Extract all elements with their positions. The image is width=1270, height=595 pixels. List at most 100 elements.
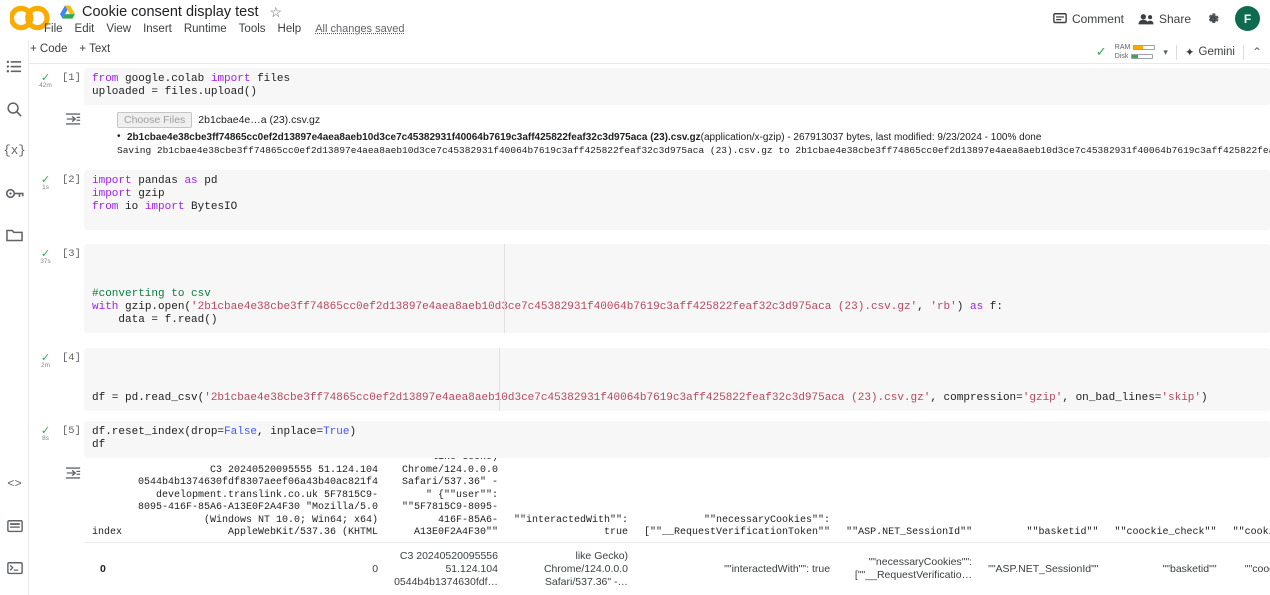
collapse-toolbar-icon[interactable]: ⌃ xyxy=(1252,45,1262,59)
code-token: df xyxy=(92,439,106,451)
code-token: import xyxy=(210,73,258,85)
cell-5-gutter[interactable]: ✓ 8s xyxy=(29,421,62,443)
table-header-row: index C3 20240520095555 51.124.104 0544b… xyxy=(84,450,1270,542)
gear-icon xyxy=(1208,12,1219,23)
code-line: uploaded = files.upload() xyxy=(92,86,1262,99)
search-icon xyxy=(7,101,22,117)
sidebar-item-search[interactable] xyxy=(0,88,29,130)
comment-button[interactable]: Comment xyxy=(1053,12,1124,26)
cell-3-run-time: 37s xyxy=(40,258,51,265)
col-header-a: C3 20240520095555 51.124.104 0544b4b1374… xyxy=(138,464,379,539)
sparkle-icon: ✦ xyxy=(1184,47,1195,59)
gemini-button[interactable]: ✦ Gemini xyxy=(1185,45,1235,59)
code-line: from google.colab import files xyxy=(92,73,1262,86)
terminal-icon xyxy=(6,562,23,575)
dataframe-output[interactable]: index C3 20240520095555 51.124.104 0544b… xyxy=(84,450,1270,595)
code-token: gzip xyxy=(138,188,165,200)
menu-tools[interactable]: Tools xyxy=(233,21,272,37)
add-text-cell-button[interactable]: + Text xyxy=(79,43,110,55)
notebook-body[interactable]: ✓ 42m [1] from google.colab import files… xyxy=(29,64,1270,595)
cell-4-source[interactable]: df = pd.read_csv('2b1cbae4e38cbe3ff74865… xyxy=(84,348,1270,411)
cell-1-output: Choose Files 2b1cbae4e…a (23).csv.gz 2b1… xyxy=(29,110,1270,156)
cell-2-gutter[interactable]: ✓ 1s xyxy=(29,170,62,192)
disk-label: Disk xyxy=(1114,53,1129,60)
page-title[interactable]: Cookie consent display test xyxy=(82,4,259,20)
uploaded-file-line: 2b1cbae4e38cbe3ff74865cc0ef2d13897e4aea8… xyxy=(117,131,1270,143)
code-cell-1[interactable]: ✓ 42m [1] from google.colab import files… xyxy=(29,68,1270,105)
chevron-down-icon[interactable]: ▾ xyxy=(1163,47,1168,58)
choose-files-button[interactable]: Choose Files xyxy=(117,112,193,128)
comment-icon xyxy=(1053,12,1067,23)
drive-icon xyxy=(60,5,75,19)
code-token: uploaded = files.upload() xyxy=(92,86,258,98)
menu-edit[interactable]: Edit xyxy=(69,21,101,37)
sidebar-item-command-palette[interactable] xyxy=(0,505,29,547)
code-token: , on_bad_lines= xyxy=(1062,392,1162,404)
code-token: ) xyxy=(956,301,970,313)
code-token: ) xyxy=(349,426,357,438)
toolbar-divider xyxy=(1175,44,1177,60)
sidebar-item-variables[interactable]: {x} xyxy=(0,130,29,172)
code-token: 'rb' xyxy=(930,301,957,313)
code-cell-5[interactable]: ✓ 8s [5] df.reset_index(drop=False, inpl… xyxy=(29,421,1270,458)
menu-file[interactable]: File xyxy=(38,21,69,37)
code-line: import pandas as pd xyxy=(92,175,1262,188)
menu-help[interactable]: Help xyxy=(272,21,308,37)
code-cell-2[interactable]: ✓ 1s [2] import pandas as pd import gzip f… xyxy=(29,170,1270,230)
code-line: with gzip.open('2b1cbae4e38cbe3ff74865cc… xyxy=(92,301,1262,314)
code-token: google.colab xyxy=(125,73,211,85)
gemini-label: Gemini xyxy=(1198,46,1235,58)
cell-4-gutter[interactable]: ✓ 2m xyxy=(29,348,62,370)
avatar[interactable]: F xyxy=(1235,6,1260,31)
col-header-h: ""cookie_prefs"" xyxy=(1232,527,1270,538)
share-button[interactable]: Share xyxy=(1138,12,1191,26)
output-toggle-icon[interactable] xyxy=(65,112,81,131)
code-token: f: xyxy=(989,301,1003,313)
document-title-row: Cookie consent display test ☆ xyxy=(60,4,282,20)
code-token: False xyxy=(224,426,258,438)
share-label: Share xyxy=(1158,11,1191,26)
files-folder-icon xyxy=(6,229,23,241)
ram-label: RAM xyxy=(1114,44,1131,51)
code-token: pandas xyxy=(138,175,185,187)
resource-meter[interactable]: RAM Disk xyxy=(1115,43,1156,61)
dataframe-table: index C3 20240520095555 51.124.104 0544b… xyxy=(84,450,1270,595)
code-cell-4[interactable]: ✓ 2m [4] df = pd.read_csv('2b1cbae4e38cb… xyxy=(29,348,1270,411)
cell-3-source[interactable]: #converting to csv with gzip.open('2b1cba… xyxy=(84,244,1270,333)
star-outline-icon[interactable]: ☆ xyxy=(270,5,283,19)
code-token: from xyxy=(92,73,126,85)
save-status[interactable]: All changes saved xyxy=(315,23,404,35)
command-palette-icon xyxy=(6,520,23,533)
menu-insert[interactable]: Insert xyxy=(137,21,178,37)
code-token: True xyxy=(323,426,350,438)
cell-5-source[interactable]: df.reset_index(drop=False, inplace=True)… xyxy=(84,421,1270,458)
notebook-toolbar: + Code + Text ✓ RAM Disk ▾ ✦ Gemini ⌃ xyxy=(0,40,1270,64)
sidebar-item-secrets[interactable] xyxy=(0,172,29,214)
settings-button[interactable] xyxy=(1205,11,1221,27)
col-header-index: index xyxy=(92,527,123,538)
cell-3-gutter[interactable]: ✓ 37s xyxy=(29,244,62,266)
file-upload-widget[interactable]: Choose Files 2b1cbae4e…a (23).csv.gz xyxy=(117,110,1270,128)
menu-view[interactable]: View xyxy=(100,21,137,37)
sidebar-item-table-of-contents[interactable] xyxy=(0,46,29,88)
row-0-cell-7: ""coockie_check"" xyxy=(1224,541,1270,595)
code-line: #converting to csv xyxy=(92,288,1262,301)
sidebar-item-terminal[interactable] xyxy=(0,547,29,589)
code-cell-3[interactable]: ✓ 37s [3] #converting to csv with gzip.op… xyxy=(29,244,1270,333)
table-row[interactable]: 0 0 C3 20240520095556 51.124.104 0544b4b… xyxy=(84,541,1270,595)
sidebar-item-files[interactable] xyxy=(0,214,29,256)
cell-1-source[interactable]: from google.colab import files uploaded =… xyxy=(84,68,1270,105)
row-0-cell-6: ""basketid"" xyxy=(1106,541,1225,595)
left-sidebar: {x} <> xyxy=(0,40,29,595)
cell-1-gutter[interactable]: ✓ 42m xyxy=(29,68,62,90)
add-code-cell-button[interactable]: + Code xyxy=(30,43,67,55)
code-line: df xyxy=(92,439,1262,452)
sidebar-item-code-snippets[interactable]: <> xyxy=(0,463,29,505)
dataframe-output-toggle-icon[interactable] xyxy=(65,466,81,485)
ram-bar xyxy=(1133,45,1156,50)
cell-2-source[interactable]: import pandas as pd import gzip from io im… xyxy=(84,170,1270,230)
code-line: data = f.read() xyxy=(92,314,1262,327)
col-header-d: ""necessaryCookies"": [""__RequestVerifi… xyxy=(644,514,831,539)
row-0-cell-2: like Gecko) Chrome/124.0.0.0 Safari/537.… xyxy=(506,541,637,595)
menu-runtime[interactable]: Runtime xyxy=(178,21,233,37)
